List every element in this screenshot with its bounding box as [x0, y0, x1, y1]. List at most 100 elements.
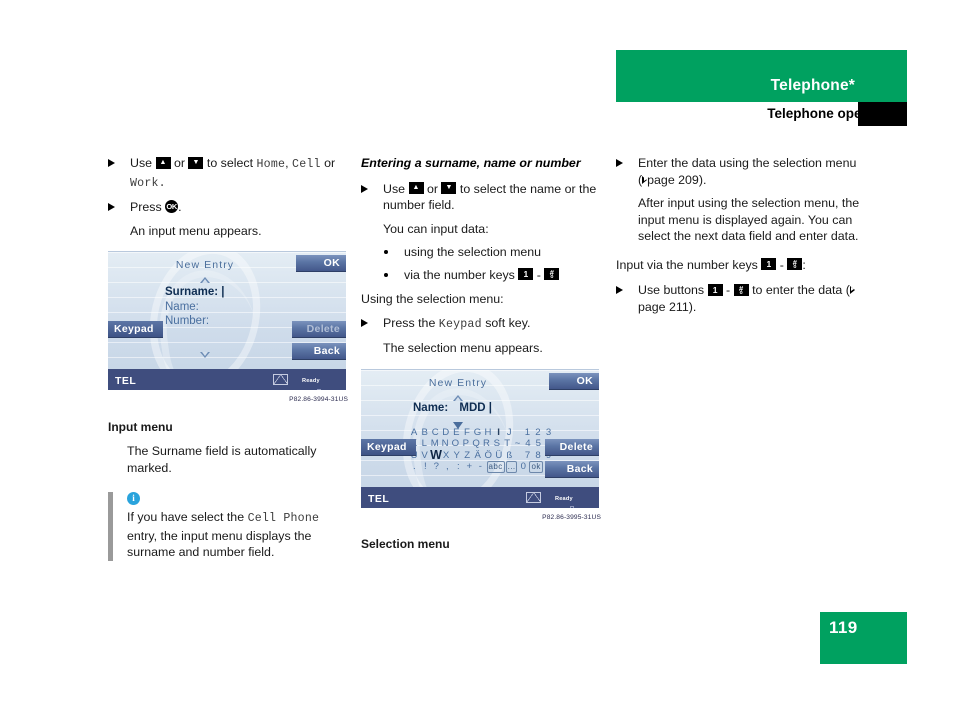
figure-caption-body-1: The Surname field is automatically marke…: [127, 444, 317, 475]
char-cell[interactable]: Z: [462, 450, 473, 462]
column-left: Use ▲ or ▼ to select Home, Cell or Work.…: [108, 155, 348, 561]
char-cell[interactable]: V: [420, 450, 431, 462]
char-cell[interactable]: 3: [543, 427, 554, 439]
char-cell[interactable]: S: [492, 438, 502, 450]
softkey-back[interactable]: Back: [292, 343, 346, 359]
key-abc-toggle[interactable]: abc: [486, 461, 505, 474]
input-data-intro: You can input data:: [383, 221, 489, 236]
page-reference[interactable]: page 209).: [647, 173, 706, 187]
cross-reference-arrow-icon: [849, 286, 855, 294]
character-grid-row: U V W X Y Z Ä Ö Ü ß 7 8 9: [409, 449, 554, 462]
manual-page: Telephone* Telephone operation Use ▲ or …: [0, 0, 954, 716]
signal-ready-label: Ready: [302, 378, 320, 384]
step-text: Use buttons: [638, 283, 705, 297]
figure-caption-2: Selection menu: [361, 537, 450, 551]
character-grid-row: . ! ? , : + - abc ... 0 ok: [409, 461, 554, 474]
step-arrow-icon: [616, 159, 623, 167]
ok-key-icon: OK: [165, 200, 179, 214]
char-cell[interactable]: :: [453, 461, 464, 473]
char-cell[interactable]: 4: [523, 438, 533, 450]
char-cell[interactable]: T: [502, 438, 512, 450]
char-cell[interactable]: O: [450, 438, 460, 450]
char-cell[interactable]: L: [419, 438, 429, 450]
cross-reference-arrow-icon: [642, 175, 648, 184]
char-cell[interactable]: P: [461, 438, 471, 450]
note-bar: [108, 492, 113, 561]
step-text: Use: [130, 156, 153, 170]
info-icon: i: [127, 492, 140, 505]
char-cell[interactable]: ß: [504, 450, 515, 462]
value-work: Work.: [130, 176, 166, 190]
field-name-label: Name:: [413, 401, 449, 414]
text: Input via the number keys: [616, 257, 758, 272]
char-cell[interactable]: Ö: [483, 450, 494, 462]
triangle-down-icon: [200, 352, 210, 358]
bullet-selection-menu: using the selection menu: [361, 244, 601, 261]
char-cell[interactable]: 0: [518, 461, 529, 473]
char-cell[interactable]: X: [441, 450, 452, 462]
char-cell[interactable]: 2: [533, 427, 544, 439]
display-status-bar: TEL Ready: [361, 486, 599, 508]
signal-indicator: Ready: [548, 488, 590, 508]
step-text: Press the: [383, 315, 436, 330]
char-cell[interactable]: R: [482, 438, 492, 450]
key-more-options[interactable]: ...: [505, 461, 518, 474]
colon: :: [802, 257, 806, 272]
grid-spacer: [515, 427, 523, 439]
envelope-icon: [526, 491, 541, 503]
char-cell[interactable]: E: [451, 427, 462, 439]
char-cell[interactable]: 7: [522, 450, 533, 462]
field-number[interactable]: Number:: [165, 314, 224, 329]
character-grid-row: A B C D E F G H I J 1 2 3: [409, 427, 554, 439]
char-cell[interactable]: Ä: [473, 450, 484, 462]
char-cell[interactable]: +: [464, 461, 475, 473]
step-text: to enter the data: [752, 283, 843, 297]
character-grid[interactable]: A B C D E F G H I J 1 2 3 K L: [409, 427, 554, 474]
char-cell[interactable]: .: [409, 461, 420, 473]
step-select-field: Use ▲ or ▼ to select the name or the num…: [361, 181, 601, 214]
char-cell[interactable]: F: [462, 427, 473, 439]
char-cell[interactable]: D: [441, 427, 452, 439]
char-cell[interactable]: J: [504, 427, 515, 439]
char-cell[interactable]: 8: [533, 450, 544, 462]
softkey-delete[interactable]: Delete: [292, 321, 346, 337]
char-cell[interactable]: Q: [471, 438, 481, 450]
step-text: or: [324, 156, 336, 170]
char-cell[interactable]: 1: [522, 427, 533, 439]
field-name[interactable]: Name:: [165, 300, 224, 315]
softkey-keypad[interactable]: Keypad: [361, 438, 416, 455]
char-cell-symbol[interactable]: ~: [513, 438, 523, 450]
char-cell[interactable]: !: [420, 461, 431, 473]
subsection-heading: Entering a surname, name or number: [361, 156, 581, 170]
char-cell[interactable]: ,: [442, 461, 453, 473]
section-title: Telephone operation: [767, 106, 899, 121]
softkey-back[interactable]: Back: [545, 460, 599, 477]
char-cell[interactable]: Ü: [494, 450, 505, 462]
char-cell[interactable]: -: [475, 461, 486, 473]
softkey-delete[interactable]: Delete: [545, 438, 599, 455]
step-text: or: [173, 156, 185, 170]
field-surname[interactable]: Surname: |: [165, 285, 224, 300]
status-mode-label: TEL: [368, 492, 390, 505]
char-cell[interactable]: I: [494, 427, 505, 439]
char-cell[interactable]: B: [420, 427, 431, 439]
after-input-paragraph: After input using the selection menu, th…: [638, 196, 860, 243]
down-key-icon: ▼: [441, 182, 457, 195]
char-cell[interactable]: ?: [431, 461, 442, 473]
softkey-ok[interactable]: OK: [549, 372, 599, 389]
field-surname-label: Surname:: [165, 286, 219, 298]
char-cell[interactable]: Y: [452, 450, 463, 462]
char-cell[interactable]: A: [409, 427, 420, 439]
scroll-down-indicator: [108, 346, 302, 363]
page-reference[interactable]: page 211).: [638, 300, 696, 314]
field-name[interactable]: Name: MDD |: [413, 401, 492, 416]
char-cell[interactable]: H: [483, 427, 494, 439]
input-fields: Surname: | Name: Number:: [165, 285, 224, 329]
char-cell[interactable]: G: [472, 427, 483, 439]
char-cell[interactable]: C: [430, 427, 441, 439]
char-cell[interactable]: 5: [533, 438, 543, 450]
key-ok-confirm[interactable]: ok: [529, 461, 543, 474]
char-cell-selected[interactable]: W: [430, 449, 442, 462]
softkey-ok[interactable]: OK: [296, 255, 346, 271]
softkey-keypad[interactable]: Keypad: [108, 321, 163, 337]
